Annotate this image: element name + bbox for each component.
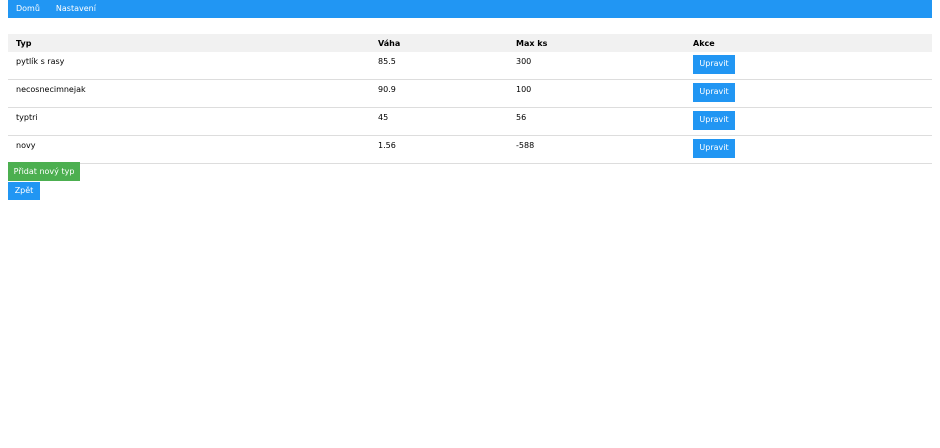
cell-action: Upravit <box>685 80 932 108</box>
types-table: Typ Váha Max ks Akce pytlík s rasy 85.5 … <box>8 34 932 164</box>
edit-button[interactable]: Upravit <box>693 83 735 102</box>
add-new-type-button[interactable]: Přidat nový typ <box>8 162 80 181</box>
column-header-type: Typ <box>16 38 32 48</box>
nav-link-settings[interactable]: Nastavení <box>48 0 104 18</box>
column-header-max-count: Max ks <box>516 38 548 48</box>
column-header-weight: Váha <box>378 38 401 48</box>
types-table-container: Typ Váha Max ks Akce pytlík s rasy 85.5 … <box>8 34 932 164</box>
cell-weight: 1.56 <box>378 141 396 150</box>
cell-type: typtri <box>16 113 38 122</box>
table-row: typtri 45 56 Upravit <box>8 108 932 136</box>
table-header-row: Typ Váha Max ks Akce <box>8 34 932 52</box>
column-header-action: Akce <box>693 38 715 48</box>
nav-link-home[interactable]: Domů <box>8 0 48 18</box>
cell-weight: 85.5 <box>378 57 396 66</box>
cell-weight: 45 <box>378 113 389 122</box>
edit-button[interactable]: Upravit <box>693 55 735 74</box>
cell-action: Upravit <box>685 52 932 80</box>
table-row: necosnecimnejak 90.9 100 Upravit <box>8 80 932 108</box>
edit-button[interactable]: Upravit <box>693 111 735 130</box>
cell-type: pytlík s rasy <box>16 57 65 66</box>
back-button[interactable]: Zpět <box>8 182 40 200</box>
cell-max-count: 100 <box>516 85 532 94</box>
edit-button[interactable]: Upravit <box>693 139 735 158</box>
cell-type: necosnecimnejak <box>16 85 86 94</box>
cell-max-count: 300 <box>516 57 532 66</box>
cell-max-count: -588 <box>516 141 535 150</box>
cell-action: Upravit <box>685 108 932 136</box>
page: Domů Nastavení Typ Váha Max ks Akce pytl… <box>0 0 940 448</box>
cell-type: novy <box>16 141 36 150</box>
cell-action: Upravit <box>685 136 932 164</box>
table-row: novy 1.56 -588 Upravit <box>8 136 932 164</box>
table-row: pytlík s rasy 85.5 300 Upravit <box>8 52 932 80</box>
top-navbar: Domů Nastavení <box>8 0 932 18</box>
cell-max-count: 56 <box>516 113 527 122</box>
cell-weight: 90.9 <box>378 85 396 94</box>
